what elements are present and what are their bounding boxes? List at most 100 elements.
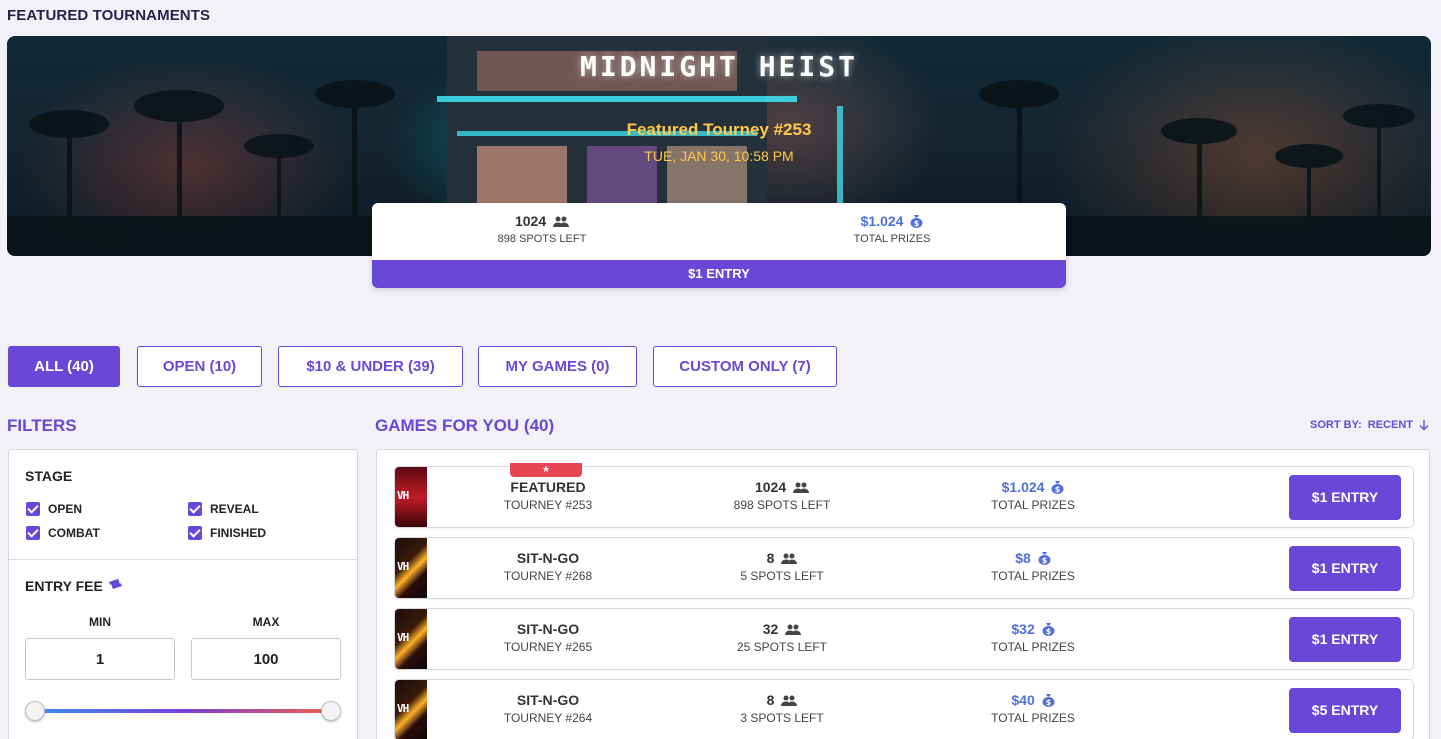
fee-max-thumb[interactable] xyxy=(321,701,341,721)
game-tourney-number: TOURNEY #268 xyxy=(503,569,593,583)
entry-fee-title: ENTRY FEE xyxy=(25,578,103,594)
thumbnail-logo: VH xyxy=(397,702,409,715)
game-player-count: 1024 xyxy=(754,479,787,495)
filters-panel: STAGE OPEN REVEAL COMBAT FINISHED ENTRY … xyxy=(8,449,358,739)
game-type: SIT-N-GO xyxy=(516,692,580,708)
fee-range-track[interactable] xyxy=(35,709,331,713)
game-prize-col: $32 $ TOTAL PRIZES xyxy=(933,621,1133,654)
featured-prize-label: TOTAL PRIZES xyxy=(853,233,931,245)
featured-prizes: $1.024 $ TOTAL PRIZES xyxy=(722,213,1062,245)
game-spots-left: 3 SPOTS LEFT xyxy=(740,711,824,725)
users-icon xyxy=(553,216,570,227)
users-icon xyxy=(781,695,798,706)
stage-reveal-checkbox[interactable]: REVEAL xyxy=(188,502,259,516)
section-title: FEATURED TOURNAMENTS xyxy=(7,7,211,24)
featured-spots-left: 898 SPOTS LEFT xyxy=(497,233,587,245)
money-bag-icon: $ xyxy=(1042,623,1055,636)
svg-text:$: $ xyxy=(1045,698,1051,707)
checkbox-checked-icon xyxy=(188,526,202,540)
game-prize-col: $1.024 $ TOTAL PRIZES xyxy=(933,479,1133,512)
checkbox-checked-icon xyxy=(26,526,40,540)
game-prize-amount: $40 xyxy=(1011,692,1035,708)
thumbnail-logo: VH xyxy=(397,489,409,502)
tab-custom-only[interactable]: CUSTOM ONLY (7) xyxy=(653,346,837,387)
game-type-col: SIT-N-GO TOURNEY #268 xyxy=(448,550,648,583)
game-type: SIT-N-GO xyxy=(516,621,580,637)
star-icon: ★ xyxy=(510,463,582,477)
featured-card[interactable]: 1024 898 SPOTS LEFT $1.024 $ TOTAL PRIZE… xyxy=(372,203,1066,288)
checkbox-checked-icon xyxy=(26,502,40,516)
sort-value: RECENT xyxy=(1367,419,1413,431)
money-bag-icon: $ xyxy=(1038,552,1051,565)
game-prize-label: TOTAL PRIZES xyxy=(991,711,1075,725)
featured-entry-button[interactable]: $1 ENTRY xyxy=(372,260,1066,288)
game-prize-label: TOTAL PRIZES xyxy=(991,498,1075,512)
stage-open-checkbox[interactable]: OPEN xyxy=(26,502,82,516)
featured-prize-amount: $1.024 xyxy=(860,213,904,229)
max-label: MAX xyxy=(252,615,280,629)
money-bag-icon: $ xyxy=(910,215,923,228)
sort-control[interactable]: SORT BY: RECENT xyxy=(1310,419,1429,431)
games-title: GAMES FOR YOU (40) xyxy=(375,416,555,435)
thumbnail-logo: VH xyxy=(397,560,409,573)
checkbox-label: OPEN xyxy=(48,502,83,516)
filters-title: FILTERS xyxy=(7,416,77,435)
fee-min-thumb[interactable] xyxy=(25,701,45,721)
game-prize-col: $40 $ TOTAL PRIZES xyxy=(933,692,1133,725)
banner-date: TUE, JAN 30, 10:58 PM xyxy=(644,148,794,164)
game-prize-amount: $32 xyxy=(1011,621,1035,637)
game-players-col: 8 5 SPOTS LEFT xyxy=(682,550,882,583)
min-fee-input[interactable] xyxy=(25,638,175,680)
ticket-icon xyxy=(109,579,122,589)
svg-text:$: $ xyxy=(1041,556,1047,565)
users-icon xyxy=(781,553,798,564)
money-bag-icon: $ xyxy=(1051,481,1064,494)
svg-text:$: $ xyxy=(914,219,920,228)
game-tourney-number: TOURNEY #265 xyxy=(503,640,593,654)
game-row[interactable]: VH SIT-N-GO TOURNEY #268 8 5 SPOTS LEFT xyxy=(394,537,1414,599)
game-row[interactable]: VH SIT-N-GO TOURNEY #264 8 3 SPOTS LEFT xyxy=(394,679,1414,739)
game-row[interactable]: VH SIT-N-GO TOURNEY #265 32 25 SPOTS LEF… xyxy=(394,608,1414,670)
tab-all[interactable]: ALL (40) xyxy=(8,346,120,387)
game-player-count: 8 xyxy=(766,692,775,708)
banner-title: Featured Tourney #253 xyxy=(626,120,812,139)
game-player-count: 8 xyxy=(766,550,775,566)
game-spots-left: 5 SPOTS LEFT xyxy=(740,569,824,583)
game-thumbnail: VH xyxy=(395,609,427,669)
tab-10-and-under[interactable]: $10 & UNDER (39) xyxy=(278,346,463,387)
game-spots-left: 25 SPOTS LEFT xyxy=(736,640,828,654)
game-thumbnail: VH xyxy=(395,680,427,739)
stage-combat-checkbox[interactable]: COMBAT xyxy=(26,526,100,540)
game-type-col: SIT-N-GO TOURNEY #265 xyxy=(448,621,648,654)
entry-button[interactable]: $1 ENTRY xyxy=(1289,617,1401,662)
arrow-down-icon xyxy=(1419,419,1429,430)
stage-finished-checkbox[interactable]: FINISHED xyxy=(188,526,266,540)
game-spots-left: 898 SPOTS LEFT xyxy=(733,498,831,512)
game-thumbnail: VH xyxy=(395,538,427,598)
entry-button[interactable]: $1 ENTRY xyxy=(1289,546,1401,591)
checkbox-label: FINISHED xyxy=(210,526,267,540)
users-icon xyxy=(793,482,810,493)
game-type: SIT-N-GO xyxy=(516,550,580,566)
game-prize-col: $8 $ TOTAL PRIZES xyxy=(933,550,1133,583)
tab-open[interactable]: OPEN (10) xyxy=(137,346,262,387)
entry-button[interactable]: $1 ENTRY xyxy=(1289,475,1401,520)
sort-label: SORT BY: xyxy=(1310,419,1362,431)
filter-divider xyxy=(9,559,357,560)
game-prize-amount: $8 xyxy=(1015,550,1031,566)
tab-my-games[interactable]: MY GAMES (0) xyxy=(478,346,637,387)
checkbox-checked-icon xyxy=(188,502,202,516)
banner-logo: MIDNIGHT HEIST xyxy=(579,50,858,83)
game-players-col: 8 3 SPOTS LEFT xyxy=(682,692,882,725)
game-thumbnail: VH xyxy=(395,467,427,527)
checkbox-label: COMBAT xyxy=(48,526,100,540)
entry-button[interactable]: $5 ENTRY xyxy=(1289,688,1401,733)
game-row[interactable]: VH ★ FEATURED TOURNEY #253 1024 898 SPOT… xyxy=(394,463,1414,528)
game-prize-label: TOTAL PRIZES xyxy=(991,569,1075,583)
game-type-col: FEATURED TOURNEY #253 xyxy=(448,479,648,512)
game-tourney-number: TOURNEY #264 xyxy=(503,711,593,725)
game-players-col: 1024 898 SPOTS LEFT xyxy=(682,479,882,512)
max-fee-input[interactable] xyxy=(191,638,341,680)
stage-title: STAGE xyxy=(25,468,73,484)
game-prize-label: TOTAL PRIZES xyxy=(991,640,1075,654)
